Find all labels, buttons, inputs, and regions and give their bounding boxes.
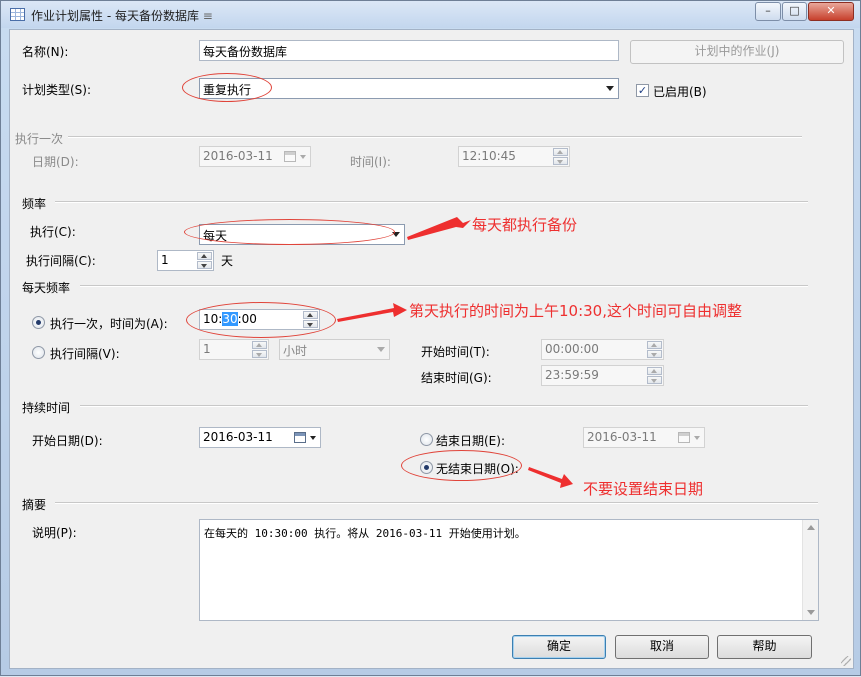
annotation-text-3: 不要设置结束日期 <box>583 480 704 498</box>
dialog-body: 名称(N): 每天备份数据库 计划中的作业(J) 计划类型(S): 重复执行 ✓… <box>9 29 854 669</box>
time-spinner[interactable] <box>553 148 568 165</box>
end-date-radio[interactable] <box>420 433 433 446</box>
chevron-down-icon <box>694 436 700 440</box>
spin-down-icon <box>197 261 212 269</box>
jobs-in-schedule-button[interactable]: 计划中的作业(J) <box>630 40 844 64</box>
spin-up-icon <box>647 341 662 349</box>
end-time-spinner[interactable] <box>647 367 662 384</box>
spin-up-icon <box>197 252 212 260</box>
window-title: 作业计划属性 - 每天备份数据库 <box>31 9 199 23</box>
annotation-text-2: 第天执行的时间为上午10:30,这个时间可自由调整 <box>409 302 742 320</box>
start-time-label: 开始时间(T): <box>421 345 490 359</box>
scroll-down-icon <box>807 610 815 615</box>
description-textarea[interactable]: 在每天的 10:30:00 执行。将从 2016-03-11 开始使用计划。 <box>199 519 819 621</box>
enabled-checkbox[interactable]: ✓ <box>636 84 649 97</box>
duration-separator <box>80 405 808 407</box>
once-time-input[interactable]: 12:10:45 <box>458 146 570 167</box>
chevron-down-icon <box>606 86 614 91</box>
annotation-oval-no-end <box>401 450 522 481</box>
spin-up-icon <box>553 148 568 156</box>
grid-icon <box>10 8 25 21</box>
description-scrollbar[interactable] <box>802 520 818 620</box>
once-time-label: 时间(I): <box>350 155 391 169</box>
end-date-input[interactable]: 2016-03-11 <box>583 427 705 448</box>
enabled-label: 已启用(B) <box>653 85 707 99</box>
start-time-spinner[interactable] <box>647 341 662 358</box>
once-date-label: 日期(D): <box>32 155 79 169</box>
spin-down-icon <box>553 157 568 165</box>
every-interval-radio[interactable] <box>32 346 45 359</box>
summary-section-title: 摘要 <box>22 498 47 512</box>
once-at-label: 执行一次，时间为(A): <box>50 317 168 331</box>
interval-input[interactable]: 1 <box>157 250 214 271</box>
daily-separator <box>80 285 808 287</box>
cancel-button[interactable]: 取消 <box>615 635 709 659</box>
daily-section-title: 每天频率 <box>22 281 71 295</box>
end-time-input[interactable]: 23:59:59 <box>541 365 664 386</box>
spin-down-icon <box>647 376 662 384</box>
end-time-label: 结束时间(G): <box>421 371 492 385</box>
spin-down-icon <box>252 350 267 358</box>
every-unit-select[interactable]: 小时 <box>279 339 390 360</box>
chevron-down-icon <box>377 347 385 352</box>
interval-unit: 天 <box>221 254 234 268</box>
every-spinner[interactable] <box>252 341 267 358</box>
spin-up-icon <box>252 341 267 349</box>
ok-button[interactable]: 确定 <box>512 635 606 659</box>
name-label: 名称(N): <box>22 45 69 59</box>
duration-section-title: 持续时间 <box>22 401 71 415</box>
title-bar[interactable]: 作业计划属性 - 每天备份数据库 ≡ – □ ✕ <box>1 1 860 28</box>
summary-separator <box>55 502 818 504</box>
description-label: 说明(P): <box>32 526 77 540</box>
title-suffix: ≡ <box>202 9 213 23</box>
maximize-button[interactable]: □ <box>782 2 807 21</box>
interval-spinner[interactable] <box>197 252 212 269</box>
help-button[interactable]: 帮助 <box>717 635 812 659</box>
frequency-section-title: 频率 <box>22 197 47 211</box>
spin-up-icon <box>647 367 662 375</box>
execute-label: 执行(C): <box>30 225 76 239</box>
start-date-label: 开始日期(D): <box>32 434 103 448</box>
name-input[interactable]: 每天备份数据库 <box>199 40 619 61</box>
chevron-down-icon <box>310 436 316 440</box>
calendar-icon <box>294 432 306 443</box>
interval-label: 执行间隔(C): <box>26 254 96 268</box>
annotation-oval-execute <box>184 219 395 245</box>
once-separator <box>68 136 802 138</box>
spin-down-icon <box>647 350 662 358</box>
minimize-button[interactable]: – <box>755 2 781 21</box>
schedule-type-label: 计划类型(S): <box>22 83 92 97</box>
calendar-icon <box>284 151 296 162</box>
every-interval-input[interactable]: 1 <box>199 339 269 360</box>
once-date-input[interactable]: 2016-03-11 <box>199 146 311 167</box>
annotation-text-1: 每天都执行备份 <box>472 216 578 234</box>
calendar-icon <box>678 432 690 443</box>
once-section-title: 执行一次 <box>15 132 64 146</box>
resize-grip[interactable] <box>841 656 851 666</box>
start-date-input[interactable]: 2016-03-11 <box>199 427 321 448</box>
once-at-radio[interactable] <box>32 316 45 329</box>
start-time-input[interactable]: 00:00:00 <box>541 339 664 360</box>
dialog-window: 作业计划属性 - 每天备份数据库 ≡ – □ ✕ 名称(N): 每天备份数据库 … <box>0 0 861 676</box>
scroll-up-icon <box>807 525 815 530</box>
every-interval-label: 执行间隔(V): <box>50 347 120 361</box>
frequency-separator <box>55 201 808 203</box>
annotation-oval-time <box>186 302 336 338</box>
annotation-oval-schedule-type <box>182 73 272 102</box>
end-date-label: 结束日期(E): <box>436 434 505 448</box>
chevron-down-icon <box>300 155 306 159</box>
close-button[interactable]: ✕ <box>808 2 854 21</box>
